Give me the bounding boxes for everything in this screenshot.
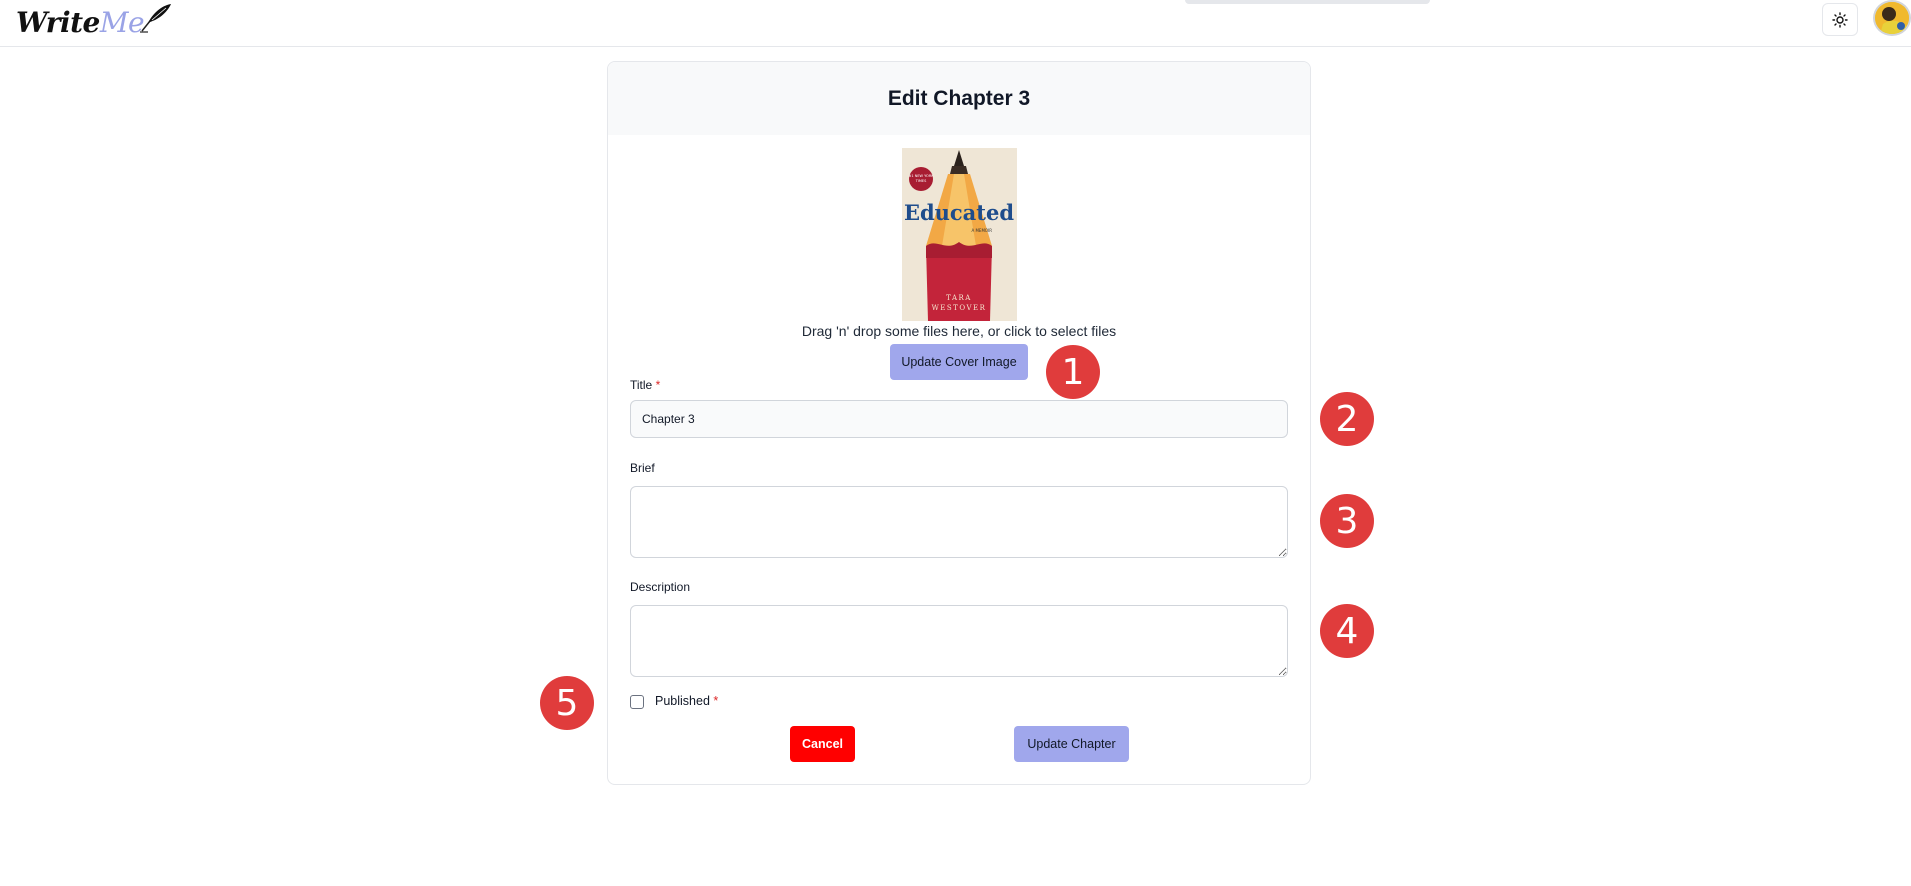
card-header: Edit Chapter 3 <box>608 62 1310 135</box>
cover-image-dropzone[interactable]: #1 NEW YORK TIMES Educated A MEMOIR TARA… <box>902 148 1017 321</box>
published-label[interactable]: Published * <box>655 694 718 708</box>
search-bar-edge[interactable] <box>1185 0 1430 4</box>
app-logo[interactable]: Write Me <box>16 2 172 42</box>
cover-book-title: Educated <box>904 200 1014 225</box>
brief-label: Brief <box>630 461 655 475</box>
brief-textarea[interactable] <box>630 486 1288 558</box>
svg-text:#1 NEW YORK: #1 NEW YORK <box>908 174 934 178</box>
cancel-button[interactable]: Cancel <box>790 726 855 762</box>
sun-icon <box>1832 11 1848 28</box>
required-indicator: * <box>655 378 661 392</box>
top-navbar: Write Me <box>0 0 1911 47</box>
update-chapter-button[interactable]: Update Chapter <box>1014 726 1129 762</box>
annotation-marker-5: 5 <box>540 676 594 730</box>
logo-text-write: Write <box>16 5 100 39</box>
avatar-image <box>1875 2 1909 34</box>
published-label-text: Published <box>655 694 710 708</box>
published-checkbox[interactable] <box>630 695 644 709</box>
page-title: Edit Chapter 3 <box>887 86 1031 110</box>
theme-toggle-button[interactable] <box>1822 3 1858 36</box>
description-label: Description <box>630 580 691 594</box>
title-label-text: Title <box>630 378 653 392</box>
title-label: Title * <box>630 378 660 392</box>
annotation-marker-2: 2 <box>1320 392 1374 446</box>
description-textarea[interactable] <box>630 605 1288 677</box>
cover-subtitle: A MEMOIR <box>971 228 992 233</box>
annotation-marker-4: 4 <box>1320 604 1374 658</box>
annotation-marker-1: 1 <box>1046 345 1100 399</box>
update-cover-image-button[interactable]: Update Cover Image <box>890 344 1028 380</box>
cover-author-first: TARA <box>946 294 972 302</box>
dropzone-hint[interactable]: Drag 'n' drop some files here, or click … <box>608 323 1310 339</box>
edit-chapter-card: Edit Chapter 3 #1 NEW YORK TIMES Educate… <box>607 61 1311 785</box>
cover-author-last: WESTOVER <box>932 304 987 312</box>
cover-image: #1 NEW YORK TIMES Educated A MEMOIR TARA… <box>902 148 1017 321</box>
required-indicator: * <box>713 694 719 708</box>
annotation-marker-3: 3 <box>1320 494 1374 548</box>
title-input[interactable] <box>630 400 1288 438</box>
user-avatar[interactable] <box>1873 0 1911 36</box>
quill-icon <box>140 4 172 33</box>
svg-text:TIMES: TIMES <box>915 179 927 183</box>
